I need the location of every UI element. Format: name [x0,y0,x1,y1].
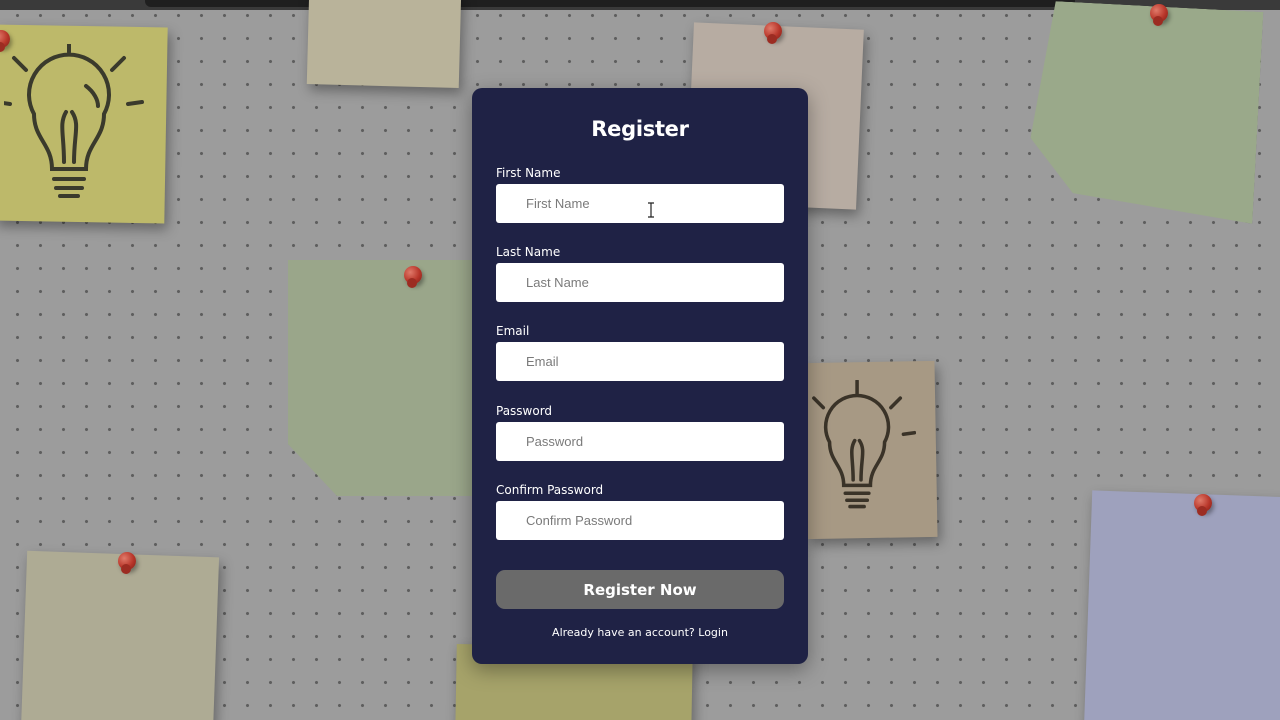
sticky-note-green-left [288,260,484,496]
last-name-label: Last Name [496,245,561,259]
pushpin-icon [404,266,422,288]
register-now-button[interactable]: Register Now [496,570,784,609]
sticky-note-blue-bottom-right [1083,490,1280,720]
register-card: Register First Name Last Name Email Pass… [472,88,808,664]
lightbulb-icon [4,44,144,198]
password-label: Password [496,404,553,418]
email-input[interactable] [496,342,784,381]
form-title: Register [591,117,689,141]
pushpin-icon [118,552,136,574]
login-prompt-line: Already have an account? Login [472,626,808,639]
last-name-input[interactable] [496,263,784,302]
pushpin-icon [1194,494,1212,516]
sticky-note-beige-top [306,0,462,88]
sticky-note-beige-bottom-left [20,550,220,720]
text-cursor-icon [648,202,654,218]
pushpin-icon [764,22,782,44]
first-name-label: First Name [496,166,561,180]
login-link[interactable]: Login [698,626,728,639]
email-label: Email [496,324,530,338]
sticky-note-green-top-right [1027,0,1264,224]
login-prompt-text: Already have an account? [552,626,695,639]
confirm-password-input[interactable] [496,501,784,540]
password-input[interactable] [496,422,784,461]
first-name-input[interactable] [496,184,784,223]
pushpin-icon [1150,4,1168,26]
confirm-password-label: Confirm Password [496,483,604,497]
lightbulb-icon [812,380,916,509]
